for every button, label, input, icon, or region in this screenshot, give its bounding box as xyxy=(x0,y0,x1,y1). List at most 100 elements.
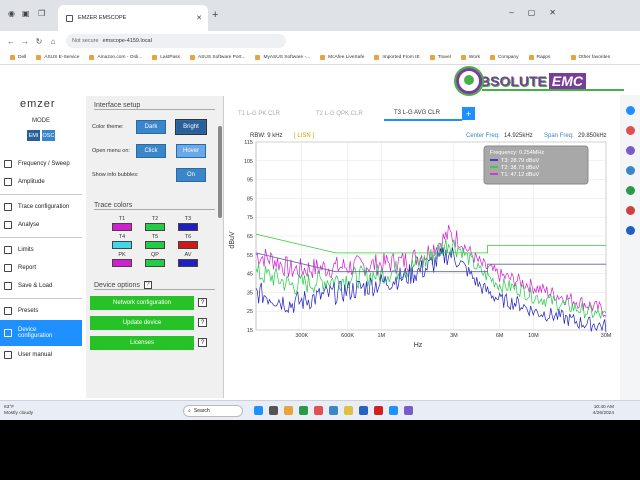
app-icon[interactable] xyxy=(329,406,339,415)
bookmark[interactable]: Company xyxy=(489,55,519,60)
trace-color-swatch[interactable] xyxy=(178,259,198,267)
trace-color-t3[interactable]: T3 xyxy=(174,216,202,231)
bookmark[interactable]: MyASUS Software -... xyxy=(255,55,310,60)
task-view-icon[interactable] xyxy=(269,406,279,415)
trace-color-swatch[interactable] xyxy=(145,259,165,267)
help-icon[interactable]: ? xyxy=(143,281,152,289)
trace-color-av[interactable]: AV xyxy=(174,252,202,267)
nav-amplitude[interactable]: Amplitude xyxy=(0,173,82,191)
mode-emi-button[interactable]: EMI xyxy=(26,129,41,142)
y-tick-label: 15 xyxy=(247,328,253,334)
trace-color-swatch[interactable] xyxy=(145,241,165,249)
workspaces-icon[interactable]: ▣ xyxy=(22,9,30,18)
close-tab-icon[interactable]: ✕ xyxy=(196,14,202,22)
not-secure-label: Not secure xyxy=(72,38,99,44)
spectrum-chart[interactable]: RBW: 9 kHz [ LISN ] Center Freq: 14.925k… xyxy=(226,128,618,349)
help-icon[interactable]: ? xyxy=(198,298,207,307)
trace-color-swatch[interactable] xyxy=(112,259,132,267)
trace-color-qp[interactable]: QP xyxy=(141,252,169,267)
profile-icon[interactable]: ◉ xyxy=(8,9,15,18)
mail-sidebar-icon[interactable] xyxy=(625,226,635,235)
trace-color-t1[interactable]: T1 xyxy=(108,216,136,231)
app-icon[interactable] xyxy=(404,406,414,415)
trace-color-t2[interactable]: T2 xyxy=(141,216,169,231)
open-menu-click-button[interactable]: Click xyxy=(136,144,166,158)
nav-device-configuration[interactable]: Device configuration xyxy=(0,320,82,346)
back-icon[interactable]: ← xyxy=(4,37,18,46)
home-icon[interactable]: ⌂ xyxy=(46,37,60,46)
other-favorites[interactable]: Other favorites xyxy=(570,55,610,60)
trace-color-swatch[interactable] xyxy=(178,223,198,231)
new-tab-button[interactable]: + xyxy=(212,9,218,21)
folder-icon xyxy=(528,55,534,60)
office-sidebar-icon[interactable] xyxy=(625,166,635,175)
nav-limits[interactable]: Limits xyxy=(0,241,82,259)
app-icon[interactable] xyxy=(344,406,354,415)
trace-color-t5[interactable]: T5 xyxy=(141,234,169,249)
nav-save-load[interactable]: Save & Load xyxy=(0,277,82,295)
tab-actions-icon[interactable]: ❐ xyxy=(38,9,45,18)
nav-frequency-sweep[interactable]: Frequency / Sweep xyxy=(0,155,82,173)
file-explorer-icon[interactable] xyxy=(284,406,294,415)
theme-bright-button[interactable]: Bright xyxy=(176,120,206,134)
bookmark[interactable]: LastPass xyxy=(152,55,180,60)
games-sidebar-icon[interactable] xyxy=(625,186,635,195)
nav-report[interactable]: Report xyxy=(0,259,82,277)
bookmark[interactable]: McAfee LiveSafe xyxy=(320,55,364,60)
info-bubbles-toggle[interactable]: On xyxy=(176,168,206,182)
weather-widget[interactable]: 63°F Mostly cloudy xyxy=(4,405,33,417)
app-icon[interactable] xyxy=(359,406,369,415)
forward-icon[interactable]: → xyxy=(18,37,32,46)
trace-tab-t2[interactable]: T2 L-G QPK CLR xyxy=(306,107,384,121)
tools-sidebar-icon[interactable] xyxy=(625,146,635,155)
refresh-icon[interactable]: ↻ xyxy=(32,37,46,46)
trace-color-swatch[interactable] xyxy=(112,223,132,231)
bookmark[interactable]: Imported From IE xyxy=(374,55,420,60)
trace-color-t4[interactable]: T4 xyxy=(108,234,136,249)
shopping-sidebar-icon[interactable] xyxy=(625,126,635,135)
taskbar-search[interactable]: ⌕ Search xyxy=(183,404,244,417)
chrome-icon[interactable] xyxy=(374,406,384,415)
licenses-button[interactable]: Licenses xyxy=(90,336,194,350)
help-icon[interactable]: ? xyxy=(198,318,207,327)
open-menu-hover-button[interactable]: Hover xyxy=(176,144,206,158)
y-tick-label: 75 xyxy=(247,215,253,221)
window-controls[interactable]: –▢✕ xyxy=(509,8,570,17)
trace-color-pk[interactable]: PK xyxy=(108,252,136,267)
nav-user-manual[interactable]: User manual xyxy=(0,346,82,364)
bookmark[interactable]: Dell xyxy=(10,55,26,60)
taskbar-clock[interactable]: 10:40 AM 4/26/2024 xyxy=(593,405,614,417)
help-icon[interactable]: ? xyxy=(198,338,207,347)
address-input[interactable]: Not secure emscope-4159.local xyxy=(66,34,286,48)
nav-analyse[interactable]: Analyse xyxy=(0,216,82,234)
theme-dark-button[interactable]: Dark xyxy=(136,120,166,134)
start-icon[interactable] xyxy=(254,406,264,415)
bookmark[interactable]: Work xyxy=(460,55,480,60)
folder-icon xyxy=(489,55,495,60)
app-icon[interactable] xyxy=(314,406,324,415)
bookmark[interactable]: Travel xyxy=(429,55,451,60)
network-configuration-button[interactable]: Network configuration xyxy=(90,296,194,310)
search-sidebar-icon[interactable] xyxy=(625,106,635,115)
trace-color-t6[interactable]: T6 xyxy=(174,234,202,249)
mode-osc-button[interactable]: OSC xyxy=(41,129,56,142)
bookmark[interactable]: Amazon.com - Onli... xyxy=(89,55,142,60)
trace-tab-t1[interactable]: T1 L-G PK CLR xyxy=(228,107,306,121)
browser-tab[interactable]: EMZER EMSCOPE ✕ xyxy=(58,5,208,31)
add-trace-button[interactable]: + xyxy=(462,107,475,120)
trace-color-swatch[interactable] xyxy=(112,241,132,249)
outlook-sidebar-icon[interactable] xyxy=(625,206,635,215)
edge-icon[interactable] xyxy=(389,406,399,415)
bookmark[interactable]: ASUS Software Port... xyxy=(189,55,245,60)
nav-trace-configuration[interactable]: Trace configuration xyxy=(0,198,82,216)
app-icon[interactable] xyxy=(299,406,309,415)
trace-color-swatch[interactable] xyxy=(145,223,165,231)
panel-scrollbar[interactable] xyxy=(218,126,222,218)
bookmark[interactable]: Rapps xyxy=(528,55,550,60)
trace-color-swatch[interactable] xyxy=(178,241,198,249)
bookmark[interactable]: ASUS E-Service xyxy=(36,55,79,60)
update-device-button[interactable]: Update device xyxy=(90,316,194,330)
nav-presets[interactable]: Presets xyxy=(0,302,82,320)
logo-text: BSOLUTE EMC xyxy=(480,73,587,89)
trace-tab-t3[interactable]: T3 L-G AVG CLR xyxy=(384,107,462,121)
